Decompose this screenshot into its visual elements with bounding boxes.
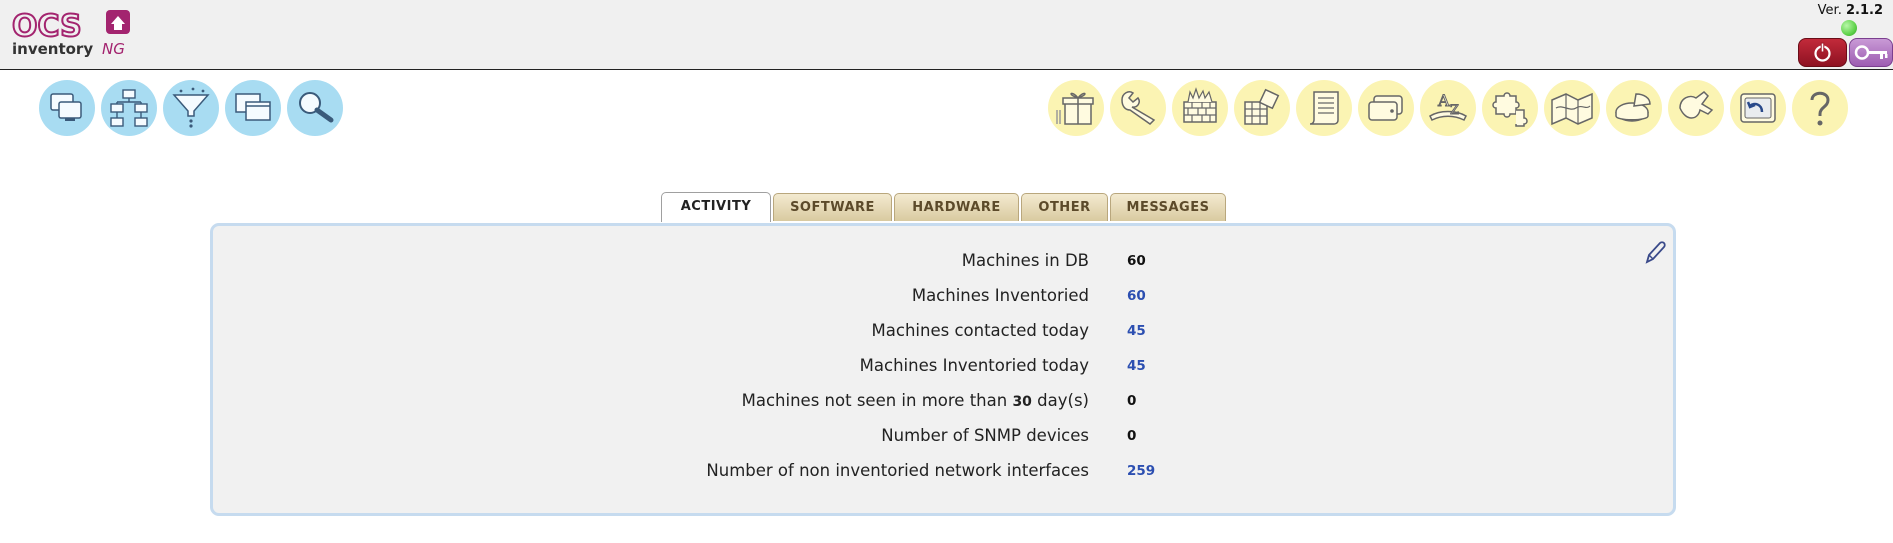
stat-row-snmp: Number of SNMP devices 0 (213, 426, 1679, 456)
stat-row-not-seen: Machines not seen in more than 30 day(s)… (213, 391, 1679, 421)
svg-text:Z: Z (1450, 103, 1459, 118)
svg-text:NG: NG (102, 40, 125, 58)
plugins-button[interactable] (1482, 80, 1538, 136)
filter-icon (172, 87, 210, 128)
plugin-icon (1679, 91, 1714, 119)
windows-icon (235, 93, 271, 121)
stat-label: Machines not seen in more than 30 day(s) (742, 391, 1089, 410)
filter-button[interactable] (163, 80, 219, 136)
green-dot-icon (1841, 20, 1857, 36)
power-icon (1814, 42, 1831, 62)
spreadsheet-icon (1244, 88, 1280, 125)
all-computers-button[interactable] (39, 80, 95, 136)
stat-value: 0 (1127, 428, 1137, 444)
key-icon (1854, 45, 1888, 60)
logs-button[interactable] (1296, 80, 1352, 136)
tab-activity[interactable]: ACTIVITY (661, 192, 771, 222)
windows-button[interactable] (225, 80, 281, 136)
stat-row-machines-inventoried: Machines Inventoried 60 (213, 286, 1679, 316)
stat-label: Number of non inventoried network interf… (706, 461, 1089, 480)
stat-row-machines-db: Machines in DB 60 (213, 251, 1679, 281)
cards-button[interactable] (1358, 80, 1414, 136)
version-prefix: Ver. (1817, 3, 1842, 18)
network-button[interactable] (101, 80, 157, 136)
stat-label: Machines Inventoried today (859, 356, 1089, 375)
tab-messages[interactable]: MESSAGES (1110, 193, 1226, 221)
stat-label: Machines contacted today (871, 321, 1089, 340)
gift-icon (1056, 92, 1094, 125)
return-icon (1740, 93, 1776, 123)
dictionary-icon: A Z (1429, 91, 1467, 122)
stat-label: Number of SNMP devices (881, 426, 1089, 445)
network-icon (110, 89, 148, 127)
config-button[interactable] (1110, 80, 1166, 136)
dictionary-button[interactable]: A Z (1420, 80, 1476, 136)
version-label: Ver. 2.1.2 (1818, 3, 1883, 18)
stat-value-link[interactable]: 60 (1127, 288, 1146, 304)
stats-button[interactable] (1606, 80, 1662, 136)
stat-row-inventoried-today: Machines Inventoried today 45 (213, 356, 1679, 386)
version-number: 2.1.2 (1845, 3, 1883, 18)
extensions-button[interactable] (1668, 80, 1724, 136)
svg-text:A: A (1437, 91, 1450, 110)
stat-row-network-interfaces: Number of non inventoried network interf… (213, 461, 1679, 491)
cards-icon (1368, 95, 1403, 121)
wrench-icon (1121, 91, 1156, 125)
deploy-button[interactable] (1048, 80, 1104, 136)
computers-icon (50, 93, 82, 121)
stat-label-prefix: Machines not seen in more than (741, 391, 1008, 410)
puzzle-icon (1492, 92, 1528, 127)
logout-button[interactable] (1798, 38, 1847, 67)
stat-label: Machines in DB (961, 251, 1089, 270)
tab-software[interactable]: SOFTWARE (773, 193, 892, 221)
ocs-logo[interactable]: OCS inventory NG (11, 8, 137, 58)
search-icon (299, 92, 334, 123)
top-header: OCS inventory NG Ver. 2.1.2 (0, 0, 1893, 70)
help-icon (1810, 91, 1830, 126)
inventory-button[interactable] (1234, 80, 1290, 136)
stat-label: Machines Inventoried (911, 286, 1089, 305)
search-button[interactable] (287, 80, 343, 136)
stat-value-link[interactable]: 259 (1127, 463, 1155, 479)
days-value: 30 (1012, 394, 1032, 410)
return-button[interactable] (1730, 80, 1786, 136)
stat-value-link[interactable]: 45 (1127, 323, 1146, 339)
svg-text:OCS: OCS (12, 9, 82, 44)
security-button[interactable] (1172, 80, 1228, 136)
svg-text:inventory: inventory (12, 40, 93, 58)
change-password-button[interactable] (1849, 38, 1893, 67)
stat-value: 0 (1127, 393, 1137, 409)
firewall-icon (1183, 87, 1217, 123)
ocs-logo-graphic: OCS inventory NG (11, 8, 130, 58)
tab-hardware[interactable]: HARDWARE (894, 193, 1019, 221)
stat-value: 60 (1127, 253, 1146, 269)
pie-chart-icon (1615, 93, 1651, 122)
stat-value-link[interactable]: 45 (1127, 358, 1146, 374)
tab-other[interactable]: OTHER (1021, 193, 1108, 221)
stat-label-suffix: day(s) (1037, 391, 1089, 410)
map-button[interactable] (1544, 80, 1600, 136)
stat-row-contacted-today: Machines contacted today 45 (213, 321, 1679, 351)
activity-panel: Machines in DB 60 Machines Inventoried 6… (210, 223, 1676, 516)
help-button[interactable] (1792, 80, 1848, 136)
scroll-icon (1309, 91, 1339, 125)
map-icon (1551, 92, 1593, 126)
